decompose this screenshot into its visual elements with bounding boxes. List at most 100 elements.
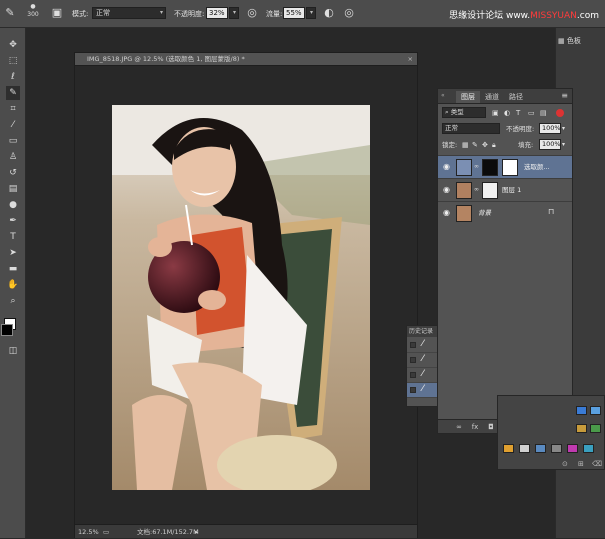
opacity-dropdown[interactable]: ▾ xyxy=(229,7,239,19)
brush-size-picker[interactable]: ● 300 xyxy=(26,3,40,23)
fx-icon[interactable]: fx xyxy=(470,422,480,432)
crop-tool-icon[interactable]: ⌗ xyxy=(6,102,20,116)
style-swatch[interactable] xyxy=(519,444,530,453)
style-swatch[interactable] xyxy=(590,424,601,433)
layer-row-background[interactable]: ◉ 背景 ⊓ xyxy=(438,201,572,224)
zoom-tool-icon[interactable]: ⌕ xyxy=(6,294,20,308)
eye-icon[interactable]: ◉ xyxy=(443,185,453,195)
pressure-size-icon[interactable]: ◎ xyxy=(342,6,356,20)
eyedropper-tool-icon[interactable]: ⁄ xyxy=(6,118,20,132)
kind-filter-select[interactable]: ⌕ 类型 xyxy=(442,107,486,118)
lock-all-icon[interactable]: 🔒︎ xyxy=(492,139,496,151)
type-tool-icon[interactable]: T xyxy=(6,230,20,244)
layer-name[interactable]: 背景 xyxy=(478,207,491,217)
brush-preset-icon[interactable]: ✎ xyxy=(3,6,17,20)
lasso-tool-icon[interactable]: ℓ xyxy=(6,70,20,84)
new-style-icon[interactable]: ⊞ xyxy=(578,460,584,468)
history-state-checkbox[interactable] xyxy=(410,342,416,348)
style-swatch[interactable] xyxy=(535,444,546,453)
marquee-tool-icon[interactable]: ⬚ xyxy=(6,54,20,68)
background-color-swatch[interactable] xyxy=(1,324,13,336)
layer-mask-thumbnail[interactable] xyxy=(482,182,498,199)
layer-row-layer1[interactable]: ◉ ∞ 图层 1 xyxy=(438,178,572,201)
brush-tool-icon[interactable]: ✎ xyxy=(6,86,20,100)
style-swatch[interactable] xyxy=(576,406,587,415)
zoom-level[interactable]: 12.5% xyxy=(78,525,99,539)
eraser-tool-icon[interactable]: ▭ xyxy=(6,134,20,148)
layer-name[interactable]: 图层 1 xyxy=(502,184,521,194)
style-swatch[interactable] xyxy=(503,444,514,453)
pressure-opacity-icon[interactable]: ◎ xyxy=(245,6,259,20)
quick-mask-icon[interactable]: ◫ xyxy=(6,344,20,358)
filter-smart-icon[interactable]: ▤ xyxy=(540,107,547,119)
shape-tool-icon[interactable]: ▬ xyxy=(6,262,20,276)
eye-icon[interactable]: ◉ xyxy=(443,208,453,218)
document-tab[interactable]: IMG_8518.JPG @ 12.5% (选取颜色 1, 图层蒙版/8) * … xyxy=(75,53,417,66)
opacity-input[interactable]: 32% xyxy=(206,7,228,19)
collapse-icon[interactable]: « xyxy=(441,92,445,99)
style-swatch[interactable] xyxy=(567,444,578,453)
watermark-url-prefix: www. xyxy=(505,11,531,21)
layer-row-selective-color[interactable]: ◉ ∞ 选取颜... xyxy=(438,155,572,178)
lock-icon[interactable]: ⊓ xyxy=(548,207,554,216)
lock-transparent-icon[interactable]: ▦ xyxy=(462,139,469,151)
gradient-tool-icon[interactable]: ▤ xyxy=(6,182,20,196)
panel-menu-icon[interactable]: ≡ xyxy=(561,91,568,100)
close-icon[interactable]: × xyxy=(408,53,413,66)
dodge-tool-icon[interactable]: ● xyxy=(6,198,20,212)
history-brush-tool-icon[interactable]: ↺ xyxy=(6,166,20,180)
lock-pixels-icon[interactable]: ✎ xyxy=(472,139,478,151)
style-swatch[interactable] xyxy=(590,406,601,415)
move-tool-icon[interactable]: ✥ xyxy=(6,38,20,52)
filter-pixel-icon[interactable]: ▣ xyxy=(492,107,499,119)
path-selection-tool-icon[interactable]: ➤ xyxy=(6,246,20,260)
tab-channels[interactable]: 通道 xyxy=(480,91,504,103)
add-mask-icon[interactable]: ◘ xyxy=(486,422,496,432)
history-state-checkbox[interactable] xyxy=(410,372,416,378)
chevron-down-icon: ▾ xyxy=(309,9,313,16)
swatches-tab[interactable]: ▦ 色板 xyxy=(558,36,602,50)
history-state[interactable]: ⁄ xyxy=(407,353,437,368)
style-swatch[interactable] xyxy=(551,444,562,453)
hand-left xyxy=(148,237,172,257)
layer-mask-thumbnail[interactable] xyxy=(482,159,498,176)
blend-mode-select[interactable]: 正常 xyxy=(442,123,500,134)
clone-stamp-tool-icon[interactable]: ♙ xyxy=(6,150,20,164)
mode-select[interactable]: 正常 ▾ xyxy=(92,7,166,19)
history-panel-title[interactable]: 历史记录 xyxy=(407,326,437,337)
link-icon[interactable]: ∞ xyxy=(474,163,479,170)
history-state[interactable]: ⁄ xyxy=(407,338,437,353)
pen-tool-icon[interactable]: ✒ xyxy=(6,214,20,228)
hand-tool-icon[interactable]: ✋ xyxy=(6,278,20,292)
layer-name[interactable]: 选取颜... xyxy=(524,161,550,171)
photo-canvas[interactable] xyxy=(112,105,370,490)
filter-adjust-icon[interactable]: ◐ xyxy=(504,107,510,119)
trash-icon[interactable]: ⌫ xyxy=(592,460,602,468)
tab-paths[interactable]: 路径 xyxy=(504,91,528,103)
history-state-current[interactable]: ⁄ xyxy=(407,383,437,398)
brush-panel-toggle-icon[interactable]: ▣ xyxy=(50,6,64,20)
style-swatch[interactable] xyxy=(583,444,594,453)
status-arrow-icon[interactable]: ▸ xyxy=(195,525,198,539)
settings-icon[interactable]: ⊙ xyxy=(562,460,568,468)
style-swatch[interactable] xyxy=(576,424,587,433)
link-layers-icon[interactable]: ∞ xyxy=(454,422,464,432)
filter-toggle-icon[interactable] xyxy=(556,109,564,117)
layer-mask-thumbnail-white[interactable] xyxy=(502,159,518,176)
chevron-down-icon[interactable]: ▾ xyxy=(562,123,565,135)
eye-icon[interactable]: ◉ xyxy=(443,162,453,172)
filter-shape-icon[interactable]: ▭ xyxy=(528,107,535,119)
link-icon[interactable]: ∞ xyxy=(474,186,479,193)
layer-opacity-input[interactable]: 100% xyxy=(539,123,561,134)
tab-layers[interactable]: 图层 xyxy=(456,91,480,103)
lock-position-icon[interactable]: ✥ xyxy=(482,139,488,151)
history-state-checkbox[interactable] xyxy=(410,387,416,393)
flow-dropdown[interactable]: ▾ xyxy=(306,7,316,19)
airbrush-icon[interactable]: ◐ xyxy=(322,6,336,20)
flow-input[interactable]: 55% xyxy=(283,7,305,19)
filter-type-icon[interactable]: T xyxy=(516,107,520,119)
history-state-checkbox[interactable] xyxy=(410,357,416,363)
history-state[interactable]: ⁄ xyxy=(407,368,437,383)
chevron-down-icon[interactable]: ▾ xyxy=(562,139,565,151)
fill-input[interactable]: 100% xyxy=(539,139,561,150)
